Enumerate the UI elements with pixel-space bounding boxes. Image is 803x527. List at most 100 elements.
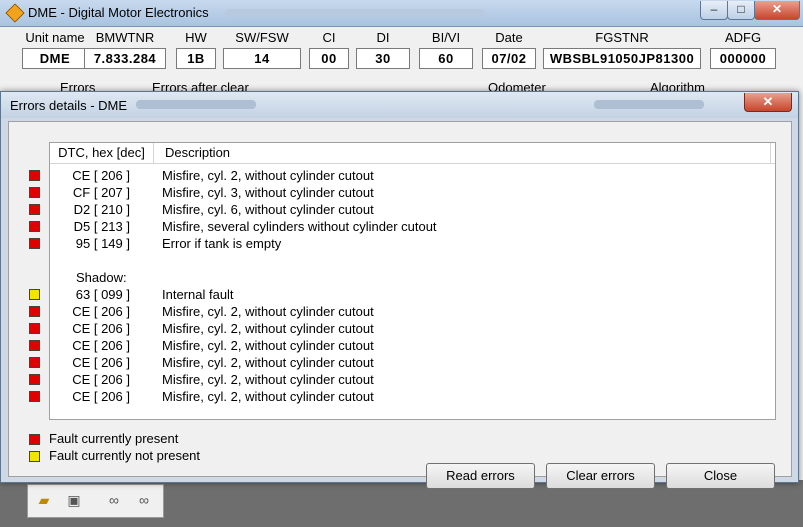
yellow-status-icon [29,289,40,300]
dtc-description: Error if tank is empty [162,236,282,251]
list-item[interactable]: CE [ 206 ] Misfire, cyl. 2, without cylin… [50,337,775,354]
adfg-field: ADFG 000000 [710,30,776,69]
red-status-icon [29,374,40,385]
shadow-label: Shadow: [76,270,127,285]
dtc-code: CE [ 206 ] [72,168,130,183]
column-header-dtc[interactable]: DTC, hex [dec] [50,143,154,163]
dtc-description: Misfire, cyl. 6, without cylinder cutout [162,202,374,217]
red-status-icon [29,323,40,334]
unit-name-value: DME [22,48,88,69]
list-item[interactable]: CE [ 206 ] Misfire, cyl. 2, without cylin… [50,354,775,371]
yellow-square-icon [29,451,40,462]
column-header-description-label: Description [165,145,231,160]
red-status-icon [29,306,40,317]
binoculars-icon[interactable]: ∞ [102,489,126,511]
list-item[interactable]: CE [ 206 ] Misfire, cyl. 2, without cylin… [50,320,775,337]
column-header-description[interactable]: Description [162,143,771,163]
fgstnr-field: FGSTNR WBSBL91050JP81300 [543,30,701,69]
errors-details-dialog: Errors details - DME ✕ DTC, hex [dec] De… [0,91,799,489]
bi-vi-label: BI/VI [431,30,461,45]
dtc-code: 63 [ 099 ] [75,287,130,302]
fgstnr-value: WBSBL91050JP81300 [543,48,701,69]
fgstnr-label: FGSTNR [595,30,649,45]
blurred-title-text [225,9,485,17]
list-item[interactable]: CE [ 206 ] Misfire, cyl. 2, without cylin… [50,303,775,320]
list-item[interactable]: CE [ 206 ] Misfire, cyl. 2, without cylin… [50,388,775,405]
dtc-code: D2 [ 210 ] [73,202,130,217]
date-value: 07/02 [482,48,536,69]
bmwtnr-label: BMWTNR [95,30,155,45]
dtc-description: Misfire, cyl. 2, without cylinder cutout [162,304,374,319]
list-item[interactable]: 95 [ 149 ] Error if tank is empty [50,235,775,252]
red-status-icon [29,170,40,181]
list-item[interactable]: CE [ 206 ] Misfire, cyl. 2, without cylin… [50,371,775,388]
close-button[interactable]: Close [666,463,775,489]
hw-value: 1B [176,48,216,69]
sw-fsw-value: 14 [223,48,301,69]
adfg-label: ADFG [724,30,762,45]
legend-not-present-label: Fault currently not present [49,448,201,463]
dtc-description: Misfire, cyl. 2, without cylinder cutout [162,355,374,370]
bi-vi-value: 60 [419,48,473,69]
open-folder-icon[interactable]: ▰ [32,489,56,511]
dtc-description: Misfire, several cylinders without cylin… [162,219,437,234]
dtc-code: CE [ 206 ] [72,321,130,336]
app-logo-icon [5,3,25,23]
maximize-button[interactable]: □ [727,1,755,20]
red-status-icon [29,221,40,232]
dtc-description: Misfire, cyl. 2, without cylinder cutout [162,168,374,183]
dtc-description: Internal fault [162,287,234,302]
window-close-button[interactable]: ✕ [754,1,800,20]
list-item[interactable]: CE [ 206 ] Misfire, cyl. 2, without cylin… [50,167,775,184]
dtc-description: Misfire, cyl. 2, without cylinder cutout [162,389,374,404]
dtc-code: CE [ 206 ] [72,355,130,370]
dtc-description: Misfire, cyl. 3, without cylinder cutout [162,185,374,200]
main-titlebar: DME - Digital Motor Electronics – □ ✕ [0,0,803,27]
minimize-button[interactable]: – [700,1,728,20]
unit-name-label: Unit name [25,30,85,45]
date-field: Date 07/02 [482,30,536,69]
ci-label: CI [322,30,336,45]
red-square-icon [29,434,40,445]
dtc-code: CF [ 207 ] [72,185,130,200]
main-toolbar: ▰ ▣ ∞ ∞ [27,484,164,518]
dtc-description: Misfire, cyl. 2, without cylinder cutout [162,372,374,387]
dtc-code: CE [ 206 ] [72,389,130,404]
hw-field: HW 1B [176,30,216,69]
unit-name-field: Unit name DME [22,30,88,69]
error-list[interactable]: DTC, hex [dec] Description CE [ 206 ] Mis… [49,142,776,420]
ci-field: CI 00 [309,30,349,69]
dtc-code: D5 [ 213 ] [73,219,130,234]
list-item[interactable]: D5 [ 213 ] Misfire, several cylinders wit… [50,218,775,235]
red-status-icon [29,340,40,351]
list-item[interactable]: 63 [ 099 ] Internal fault [50,286,775,303]
bmwtnr-field: BMWTNR 7.833.284 [84,30,166,69]
dtc-code: CE [ 206 ] [72,304,130,319]
sw-fsw-label: SW/FSW [235,30,289,45]
sw-fsw-field: SW/FSW 14 [223,30,301,69]
ci-value: 00 [309,48,349,69]
bmwtnr-value: 7.833.284 [84,48,166,69]
adfg-value: 000000 [710,48,776,69]
dialog-close-icon[interactable]: ✕ [744,93,792,112]
blurred-title-text [594,100,704,109]
list-item[interactable]: CF [ 207 ] Misfire, cyl. 3, without cylin… [50,184,775,201]
read-errors-button[interactable]: Read errors [426,463,535,489]
list-item[interactable]: D2 [ 210 ] Misfire, cyl. 6, without cylin… [50,201,775,218]
dtc-description: Misfire, cyl. 2, without cylinder cutout [162,321,374,336]
red-status-icon [29,357,40,368]
dialog-title: Errors details - DME [10,98,128,113]
dtc-code: CE [ 206 ] [72,338,130,353]
di-label: DI [376,30,390,45]
binoculars-icon[interactable]: ∞ [132,489,156,511]
shadow-section-label: Shadow: [50,269,775,286]
red-status-icon [29,187,40,198]
dtc-description: Misfire, cyl. 2, without cylinder cutout [162,338,374,353]
save-icon[interactable]: ▣ [62,489,86,511]
list-header: DTC, hex [dec] Description [50,143,775,164]
clear-errors-button[interactable]: Clear errors [546,463,655,489]
di-value: 30 [356,48,410,69]
red-status-icon [29,391,40,402]
bi-vi-field: BI/VI 60 [419,30,473,69]
window-title: DME - Digital Motor Electronics [28,5,209,20]
